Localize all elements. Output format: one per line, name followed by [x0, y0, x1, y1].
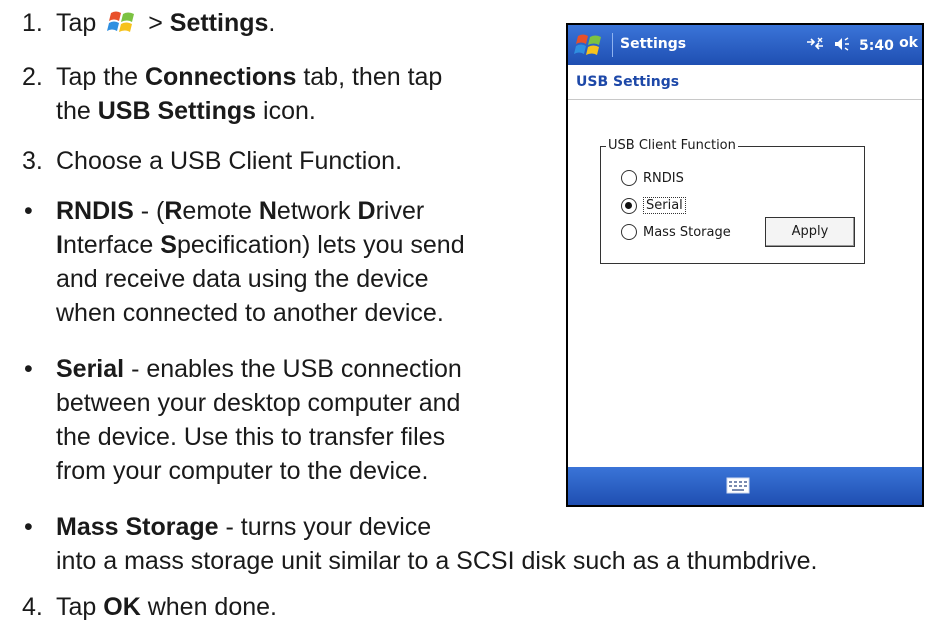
rndis-name: RNDIS — [56, 197, 134, 225]
rndis-i: I — [56, 231, 63, 259]
serial-name: Serial — [56, 355, 125, 383]
status-area: 5:40 — [805, 36, 894, 56]
step-2-line-2: the USB Settings icon. — [56, 96, 316, 126]
serial-line-3: the device. Use this to transfer files — [56, 423, 446, 451]
rndis-line-1: RNDIS - (Remote Network Driver — [56, 196, 424, 226]
rndis-dash: - ( — [140, 197, 165, 225]
step-4-post: when done. — [147, 593, 277, 621]
menu-bar — [568, 467, 922, 505]
step-2-l2pre: the — [56, 97, 91, 125]
step-1-number: 1. — [22, 9, 43, 37]
step-4-text: Tap OK when done. — [56, 592, 277, 622]
step-2-connections: Connections — [144, 63, 297, 91]
mass-line-1: Mass Storage - turns your device — [56, 512, 431, 542]
step-4-number: 4. — [22, 593, 43, 621]
rndis-n: N — [258, 197, 277, 225]
rndis-line-3: and receive data using the device — [56, 265, 429, 293]
title-separator — [612, 33, 613, 57]
device-screenshot: Settings 5:40 ok USB Settings USB Client… — [566, 23, 924, 507]
mass-name: Mass Storage — [56, 513, 219, 541]
radio-button[interactable] — [621, 170, 637, 186]
serial-line-1: Serial - enables the USB connection — [56, 354, 462, 384]
step-1-post: . — [268, 9, 276, 37]
ok-button[interactable]: ok — [899, 35, 918, 51]
radio-label: RNDIS — [643, 170, 684, 186]
step-4-pre: Tap — [56, 593, 97, 621]
rndis-etwork: etwork — [276, 197, 351, 225]
mass-desc: - turns your device — [225, 513, 432, 541]
windows-start-icon — [107, 9, 137, 35]
rndis-river: river — [375, 197, 425, 225]
radio-mass-storage[interactable]: Mass Storage — [621, 224, 731, 240]
step-1-pre: Tap — [56, 9, 97, 37]
bullet-serial: • — [24, 355, 33, 383]
title-bar: Settings 5:40 ok — [568, 25, 922, 65]
clock[interactable]: 5:40 — [859, 38, 894, 54]
step-2-number: 2. — [22, 63, 43, 91]
step-1-gt: > — [148, 9, 163, 37]
step-4-ok: OK — [103, 593, 141, 621]
group-label: USB Client Function — [606, 137, 738, 155]
radio-label: Serial — [643, 197, 686, 214]
rndis-line-2: Interface Specification) lets you send — [56, 230, 465, 260]
mass-line-2: into a mass storage unit similar to a SC… — [56, 547, 818, 575]
bullet-rndis: • — [24, 197, 33, 225]
step-2-line-1: Tap the Connections tab, then tap — [56, 62, 442, 92]
step-3-number: 3. — [22, 147, 43, 175]
keyboard-icon[interactable] — [726, 477, 750, 494]
step-2-pre: Tap the — [56, 63, 139, 91]
step-2-l2post: icon. — [263, 97, 316, 125]
rndis-nterface: nterface — [62, 231, 154, 259]
step-2-usb-settings: USB Settings — [97, 97, 257, 125]
window-title: Settings — [620, 36, 687, 52]
radio-rndis[interactable]: RNDIS — [621, 170, 684, 186]
page-title: USB Settings — [568, 65, 922, 100]
apply-button[interactable]: Apply — [765, 217, 855, 247]
rndis-pec: pecification) lets you send — [176, 231, 465, 259]
rndis-r: R — [164, 197, 183, 225]
rndis-emote: emote — [182, 197, 252, 225]
rndis-line-4: when connected to another device. — [56, 299, 444, 327]
step-2-mid: tab, then tap — [303, 63, 443, 91]
step-3-text: Choose a USB Client Function. — [56, 147, 403, 175]
step-1-text: Tap > Settings. — [56, 8, 275, 38]
serial-line-4: from your computer to the device. — [56, 457, 429, 485]
step-1-settings: Settings — [169, 9, 269, 37]
windows-start-icon[interactable] — [574, 31, 604, 59]
serial-line-2: between your desktop computer and — [56, 389, 461, 417]
volume-icon[interactable] — [833, 36, 851, 56]
radio-button[interactable] — [621, 224, 637, 240]
rndis-d: D — [357, 197, 376, 225]
radio-label: Mass Storage — [643, 224, 731, 240]
radio-serial[interactable]: Serial — [621, 197, 686, 214]
connectivity-icon[interactable] — [805, 36, 825, 56]
serial-desc: - enables the USB connection — [131, 355, 462, 383]
radio-button-selected[interactable] — [621, 197, 637, 214]
bullet-mass-storage: • — [24, 513, 33, 541]
rndis-s: S — [160, 231, 177, 259]
manual-page: 1. Tap > Settings. 2. Tap the Connection… — [0, 0, 933, 634]
